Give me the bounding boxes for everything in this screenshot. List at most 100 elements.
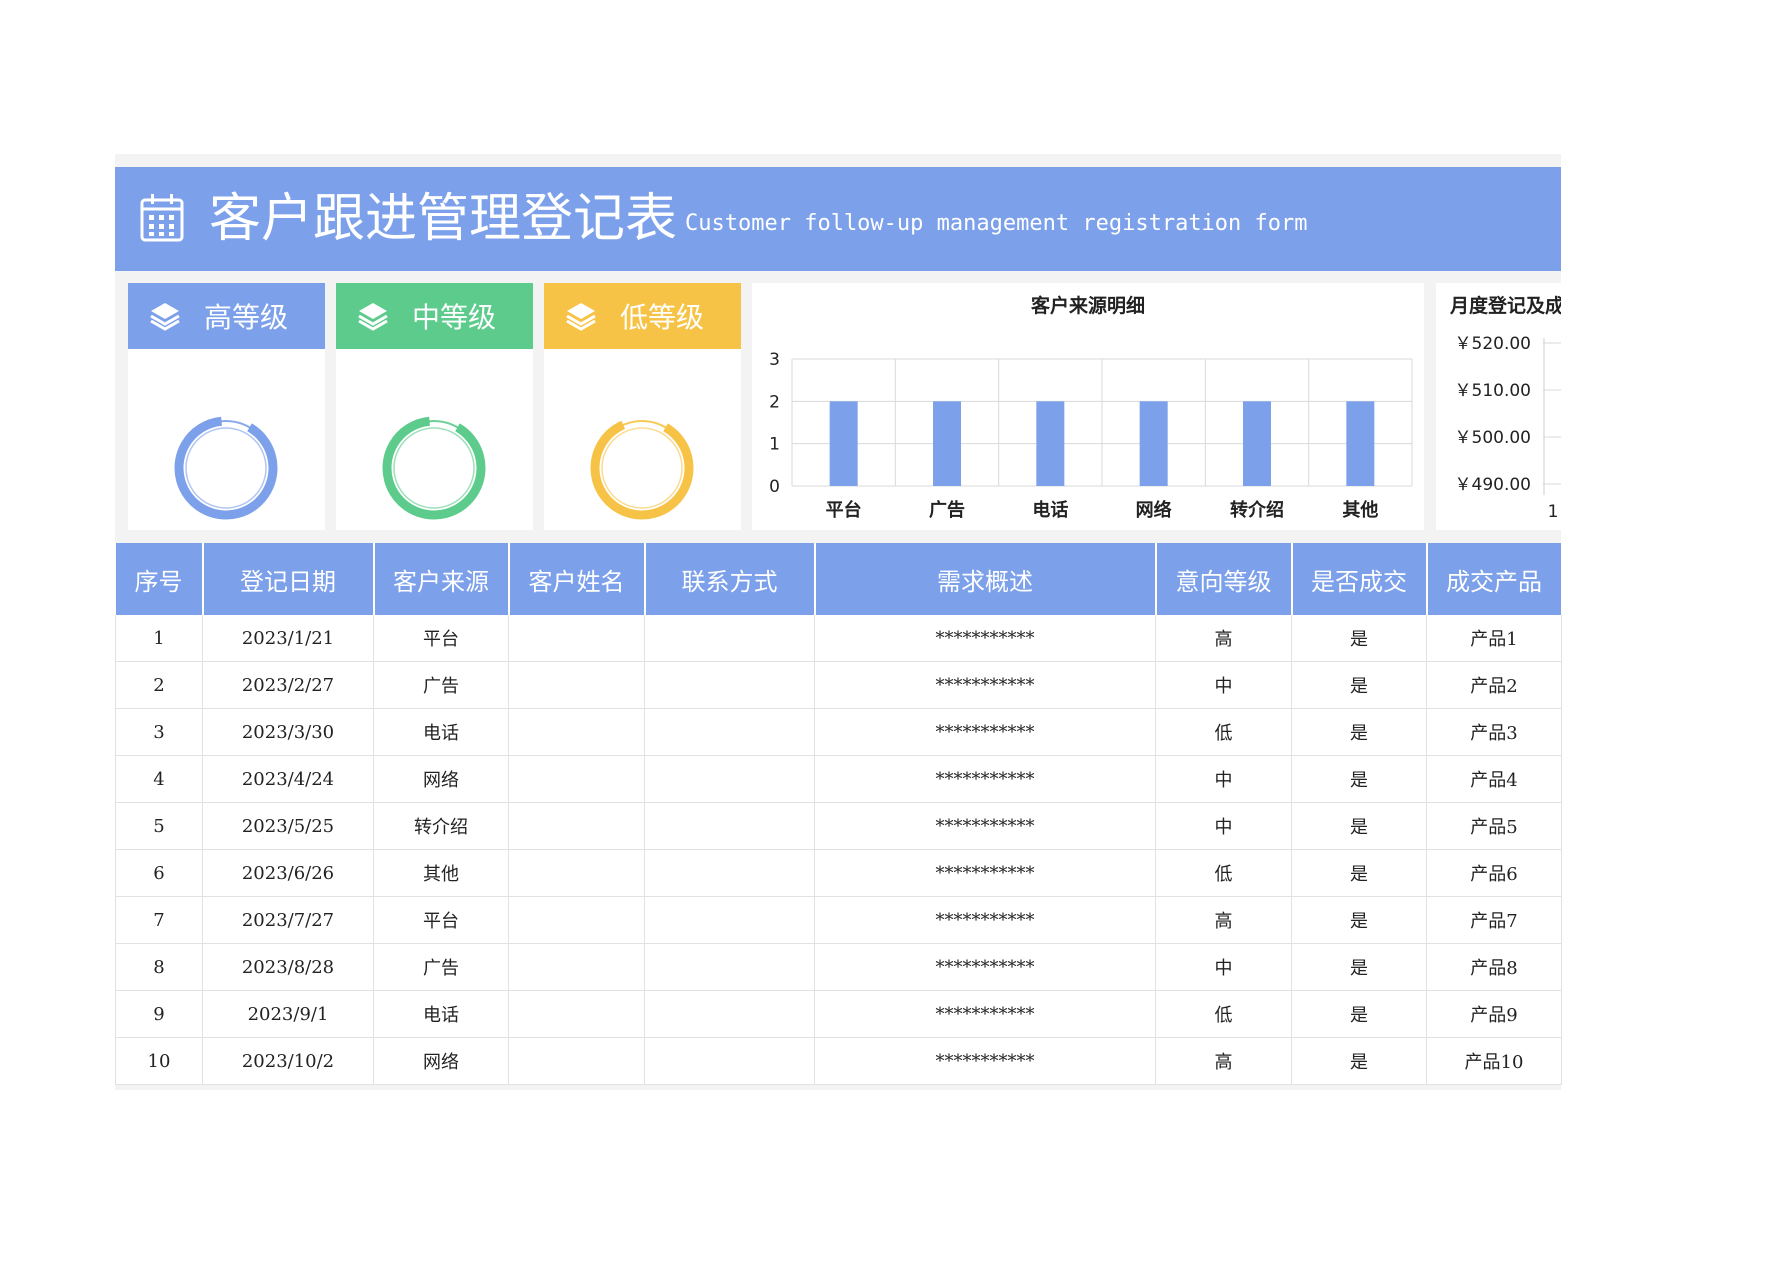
table-cell[interactable]: 是 bbox=[1291, 708, 1427, 756]
table-cell[interactable]: 2023/2/27 bbox=[202, 661, 374, 709]
table-cell[interactable]: 平台 bbox=[373, 615, 509, 662]
table-row[interactable]: 7 2023/7/27 平台 *********** 高是产品7 bbox=[115, 896, 1562, 944]
table-cell[interactable]: 平台 bbox=[373, 896, 509, 944]
table-cell[interactable] bbox=[508, 1037, 645, 1085]
table-cell[interactable]: 是 bbox=[1291, 896, 1427, 944]
table-cell[interactable]: 产品9 bbox=[1426, 990, 1562, 1038]
table-cell[interactable]: 中 bbox=[1155, 943, 1292, 991]
column-header[interactable]: 联系方式 bbox=[644, 543, 816, 615]
table-cell[interactable]: 是 bbox=[1291, 849, 1427, 897]
table-cell[interactable]: 网络 bbox=[373, 755, 509, 803]
table-cell[interactable]: 高 bbox=[1155, 615, 1292, 662]
table-cell[interactable]: 低 bbox=[1155, 708, 1292, 756]
table-cell[interactable]: *********** bbox=[814, 1037, 1156, 1085]
table-cell[interactable]: 产品5 bbox=[1426, 802, 1562, 850]
table-cell[interactable]: *********** bbox=[814, 708, 1156, 756]
column-header[interactable]: 需求概述 bbox=[814, 543, 1157, 615]
table-cell[interactable]: 2023/9/1 bbox=[202, 990, 374, 1038]
table-cell[interactable]: 中 bbox=[1155, 802, 1292, 850]
table-cell[interactable]: 2023/6/26 bbox=[202, 849, 374, 897]
table-cell[interactable]: *********** bbox=[814, 755, 1156, 803]
table-cell[interactable]: 低 bbox=[1155, 990, 1292, 1038]
table-cell[interactable]: 2023/8/28 bbox=[202, 943, 374, 991]
table-cell[interactable]: 是 bbox=[1291, 990, 1427, 1038]
table-cell[interactable]: 网络 bbox=[373, 1037, 509, 1085]
table-cell[interactable]: 2023/4/24 bbox=[202, 755, 374, 803]
table-cell[interactable]: 广告 bbox=[373, 661, 509, 709]
table-cell[interactable] bbox=[508, 661, 645, 709]
table-cell[interactable]: 中 bbox=[1155, 755, 1292, 803]
table-cell[interactable]: 4 bbox=[115, 755, 203, 803]
table-cell[interactable]: 3 bbox=[115, 708, 203, 756]
column-header[interactable]: 序号 bbox=[115, 543, 204, 615]
table-cell[interactable]: *********** bbox=[814, 849, 1156, 897]
table-cell[interactable]: 中 bbox=[1155, 661, 1292, 709]
table-cell[interactable]: *********** bbox=[814, 943, 1156, 991]
table-cell[interactable]: 2 bbox=[115, 661, 203, 709]
table-cell[interactable] bbox=[644, 615, 815, 662]
table-cell[interactable]: 1 bbox=[115, 615, 203, 662]
column-header[interactable]: 意向等级 bbox=[1155, 543, 1293, 615]
table-row[interactable]: 2 2023/2/27 广告 *********** 中是产品2 bbox=[115, 661, 1562, 709]
table-cell[interactable]: 产品6 bbox=[1426, 849, 1562, 897]
table-cell[interactable]: *********** bbox=[814, 802, 1156, 850]
table-row[interactable]: 4 2023/4/24 网络 *********** 中是产品4 bbox=[115, 755, 1562, 803]
table-cell[interactable]: 产品8 bbox=[1426, 943, 1562, 991]
table-cell[interactable] bbox=[508, 802, 645, 850]
table-cell[interactable]: 是 bbox=[1291, 615, 1427, 662]
table-cell[interactable]: 低 bbox=[1155, 849, 1292, 897]
table-cell[interactable] bbox=[508, 896, 645, 944]
table-cell[interactable]: 2023/3/30 bbox=[202, 708, 374, 756]
table-cell[interactable]: 5 bbox=[115, 802, 203, 850]
table-cell[interactable] bbox=[644, 661, 815, 709]
table-cell[interactable]: 10 bbox=[115, 1037, 203, 1085]
table-cell[interactable] bbox=[644, 849, 815, 897]
column-header[interactable]: 是否成交 bbox=[1291, 543, 1428, 615]
table-cell[interactable]: 电话 bbox=[373, 708, 509, 756]
table-cell[interactable] bbox=[644, 943, 815, 991]
table-cell[interactable]: 8 bbox=[115, 943, 203, 991]
table-cell[interactable]: 9 bbox=[115, 990, 203, 1038]
column-header[interactable]: 客户来源 bbox=[373, 543, 510, 615]
table-cell[interactable]: 是 bbox=[1291, 943, 1427, 991]
table-cell[interactable]: 转介绍 bbox=[373, 802, 509, 850]
column-header[interactable]: 成交产品 bbox=[1426, 543, 1563, 615]
column-header[interactable]: 客户姓名 bbox=[508, 543, 646, 615]
table-cell[interactable]: *********** bbox=[814, 615, 1156, 662]
table-row[interactable]: 8 2023/8/28 广告 *********** 中是产品8 bbox=[115, 943, 1562, 991]
table-cell[interactable] bbox=[508, 943, 645, 991]
table-cell[interactable]: 2023/7/27 bbox=[202, 896, 374, 944]
table-cell[interactable]: 2023/10/2 bbox=[202, 1037, 374, 1085]
table-cell[interactable]: *********** bbox=[814, 661, 1156, 709]
table-cell[interactable] bbox=[508, 708, 645, 756]
table-cell[interactable] bbox=[644, 1037, 815, 1085]
table-row[interactable]: 5 2023/5/25 转介绍 *********** 中是产品5 bbox=[115, 802, 1562, 850]
table-cell[interactable]: 其他 bbox=[373, 849, 509, 897]
table-row[interactable]: 3 2023/3/30 电话 *********** 低是产品3 bbox=[115, 708, 1562, 756]
table-cell[interactable]: 产品1 bbox=[1426, 615, 1562, 662]
table-cell[interactable]: 电话 bbox=[373, 990, 509, 1038]
column-header[interactable]: 登记日期 bbox=[202, 543, 375, 615]
table-cell[interactable]: 产品3 bbox=[1426, 708, 1562, 756]
table-cell[interactable]: *********** bbox=[814, 896, 1156, 944]
table-cell[interactable]: 7 bbox=[115, 896, 203, 944]
table-cell[interactable]: 是 bbox=[1291, 755, 1427, 803]
table-cell[interactable] bbox=[508, 615, 645, 662]
table-cell[interactable]: 产品4 bbox=[1426, 755, 1562, 803]
table-cell[interactable]: 2023/1/21 bbox=[202, 615, 374, 662]
table-cell[interactable]: 2023/5/25 bbox=[202, 802, 374, 850]
table-cell[interactable] bbox=[508, 755, 645, 803]
table-cell[interactable]: 高 bbox=[1155, 1037, 1292, 1085]
table-cell[interactable]: *********** bbox=[814, 990, 1156, 1038]
table-row[interactable]: 6 2023/6/26 其他 *********** 低是产品6 bbox=[115, 849, 1562, 897]
table-cell[interactable] bbox=[508, 990, 645, 1038]
table-row[interactable]: 10 2023/10/2 网络 *********** 高是产品10 bbox=[115, 1037, 1562, 1085]
table-cell[interactable] bbox=[644, 708, 815, 756]
table-cell[interactable]: 是 bbox=[1291, 1037, 1427, 1085]
table-cell[interactable]: 是 bbox=[1291, 661, 1427, 709]
table-cell[interactable]: 6 bbox=[115, 849, 203, 897]
table-cell[interactable] bbox=[644, 755, 815, 803]
table-cell[interactable] bbox=[644, 896, 815, 944]
table-cell[interactable]: 产品10 bbox=[1426, 1037, 1562, 1085]
table-row[interactable]: 1 2023/1/21 平台 *********** 高是产品1 bbox=[115, 615, 1562, 662]
